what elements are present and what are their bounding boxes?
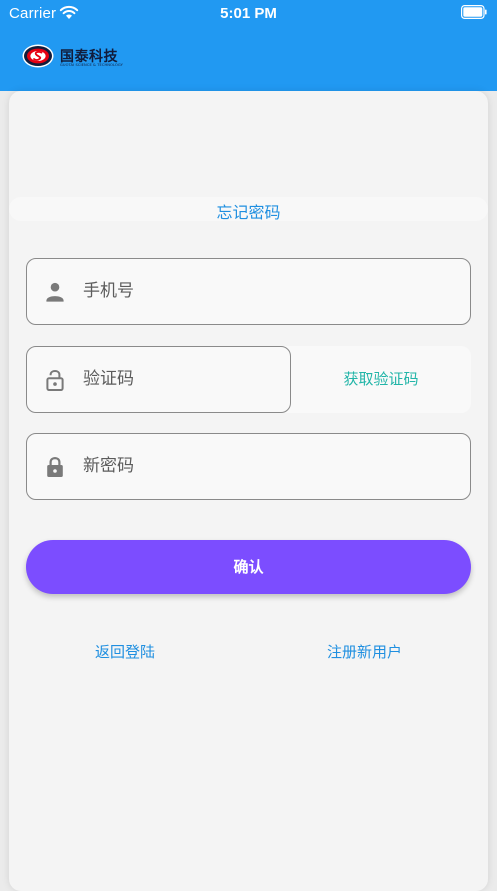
confirm-button[interactable]: 确认 bbox=[26, 540, 471, 594]
new-password-field bbox=[26, 433, 471, 500]
get-code-button[interactable]: 获取验证码 bbox=[291, 346, 471, 413]
title-band: 忘记密码 bbox=[9, 197, 488, 222]
register-link[interactable]: 注册新用户 bbox=[327, 641, 402, 662]
verification-code-row: 获取验证码 bbox=[26, 346, 471, 413]
lock-open-icon bbox=[46, 370, 64, 391]
phone-input[interactable] bbox=[83, 259, 453, 323]
page-title: 忘记密码 bbox=[216, 203, 281, 222]
app-header: Carrier 5:01 PM 国泰科技 GUOTAI SCIENCE & TE… bbox=[0, 0, 497, 91]
phone-field bbox=[26, 258, 471, 325]
status-time: 5:01 PM bbox=[220, 5, 277, 22]
lock-icon bbox=[47, 457, 63, 477]
back-to-login-link[interactable]: 返回登陆 bbox=[95, 641, 155, 662]
verification-code-input[interactable] bbox=[83, 347, 273, 411]
logo-mark-icon bbox=[22, 44, 54, 68]
verification-code-field bbox=[26, 346, 291, 413]
new-password-input[interactable] bbox=[83, 434, 453, 498]
battery-icon bbox=[461, 5, 487, 19]
logo-subtitle: GUOTAI SCIENCE & TECHNOLOGY bbox=[60, 63, 123, 67]
status-bar: Carrier 5:01 PM bbox=[0, 0, 497, 26]
person-icon bbox=[46, 282, 64, 302]
